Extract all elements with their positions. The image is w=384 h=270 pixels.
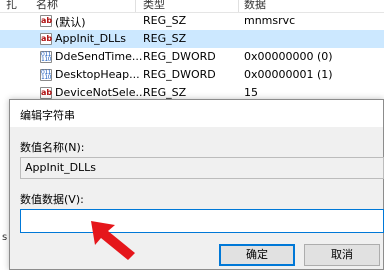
left-edge-text-top: 扎 [6,0,17,11]
value-type: REG_SZ [143,86,187,99]
value-data: mnmsrvc [244,14,296,27]
registry-row[interactable]: ab (默认) REG_SZ mnmsrvc [0,12,384,30]
column-header-type[interactable]: 类型 [143,0,165,12]
column-header-data[interactable]: 数据 [244,0,266,12]
column-header-name[interactable]: 名称 [36,0,58,12]
value-name: (默认) [55,16,86,29]
value-data-label: 数值数据(V): [20,193,84,206]
value-data-input[interactable] [20,209,384,233]
string-value-icon: ab [40,87,53,99]
registry-row[interactable]: 011 110 DdeSendTime... REG_DWORD 0x00000… [0,48,384,66]
value-data: 0x00000001 (1) [244,68,333,81]
string-value-icon: ab [40,15,53,27]
value-name: DesktopHeap... [55,68,140,81]
binary-value-icon: 011 110 [40,51,52,63]
ok-button[interactable]: 确定 [219,244,295,266]
value-type: REG_SZ [143,32,187,45]
dialog-titlebar[interactable]: 编辑字符串 [10,100,383,127]
binary-value-icon: 011 110 [40,69,52,81]
value-name: DdeSendTime... [55,50,143,63]
value-name-label: 数值名称(N): [20,141,85,154]
value-name: AppInit_DLLs [55,32,127,45]
registry-row[interactable]: 011 110 DesktopHeap... REG_DWORD 0x00000… [0,66,384,84]
value-type: REG_DWORD [143,50,216,63]
value-type: REG_SZ [143,14,187,27]
dialog-body: 数值名称(N): AppInit_DLLs 数值数据(V): 确定 取消 [10,127,384,270]
value-name-field: AppInit_DLLs [20,157,384,179]
registry-row-selected[interactable]: ab AppInit_DLLs REG_SZ [0,30,384,48]
value-name: DeviceNotSele... [55,86,146,99]
red-arrow-icon [91,221,135,260]
edit-string-dialog: 编辑字符串 数值名称(N): AppInit_DLLs 数值数据(V): 确定 … [9,99,384,270]
left-edge-text-bottom: s [2,232,8,243]
value-data: 0x00000000 (0) [244,50,333,63]
dialog-title: 编辑字符串 [20,109,75,122]
value-type: REG_DWORD [143,68,216,81]
string-value-icon: ab [40,33,53,45]
value-data: 15 [244,86,258,99]
cancel-button[interactable]: 取消 [304,244,380,266]
